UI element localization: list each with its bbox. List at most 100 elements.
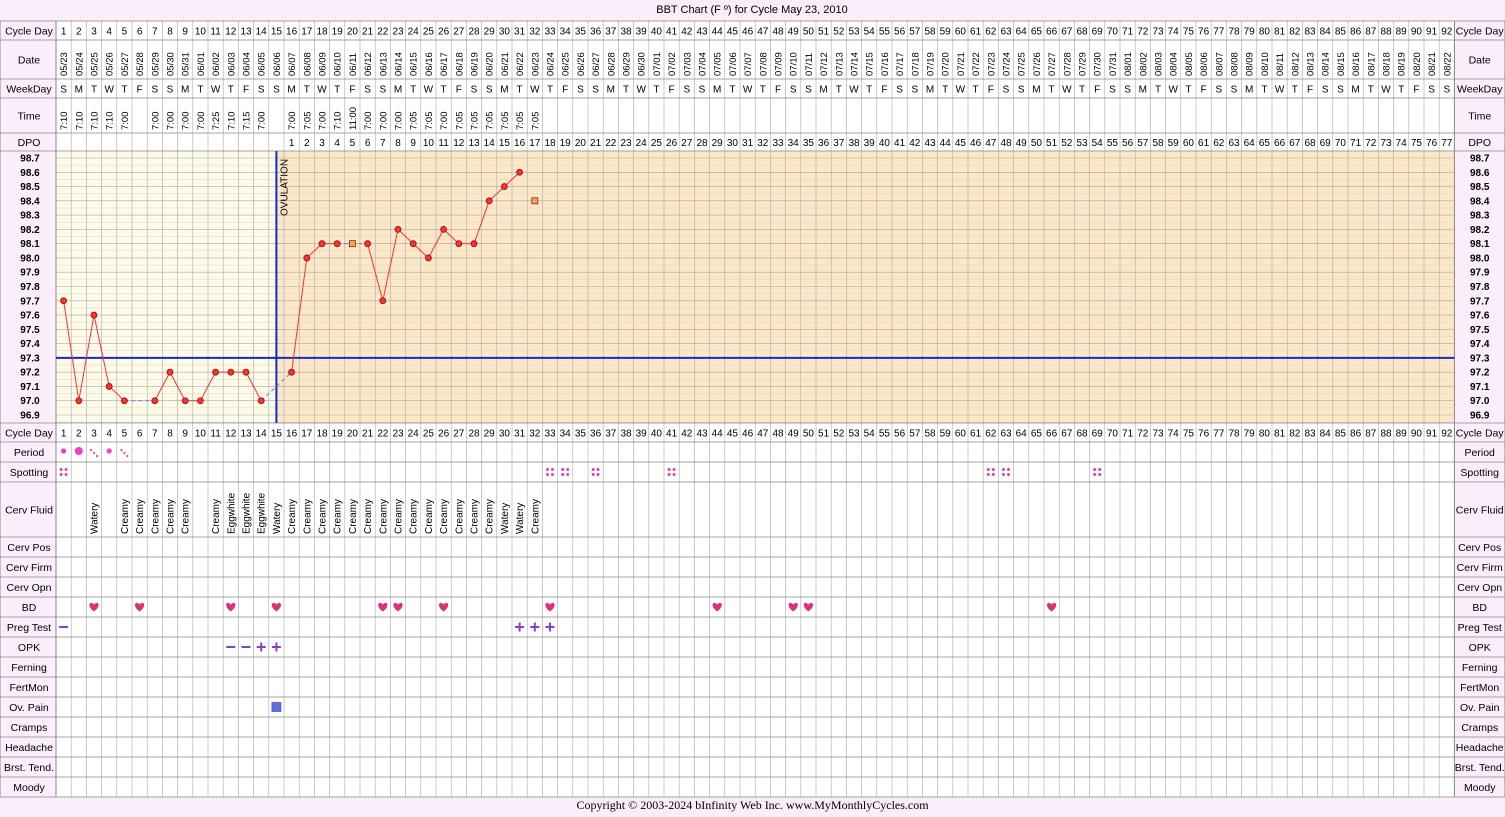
dpo-number: 45 bbox=[955, 138, 967, 149]
date-label: 07/19 bbox=[926, 52, 937, 76]
y-tick-label-right: 97.4 bbox=[1470, 339, 1490, 350]
y-tick-label: 97.8 bbox=[20, 282, 40, 293]
row-label-right-date: Date bbox=[1469, 55, 1491, 67]
weekday-label: S bbox=[273, 85, 280, 96]
dpo-number: 69 bbox=[1320, 138, 1332, 149]
weekday-label: F bbox=[1413, 85, 1419, 96]
weekday-label: M bbox=[1245, 85, 1253, 96]
weekday-label: W bbox=[636, 85, 646, 96]
cycle-day-number: 32 bbox=[529, 27, 541, 38]
date-label: 07/27 bbox=[1047, 52, 1058, 76]
dpo-number: 2 bbox=[304, 138, 310, 149]
cycle-day-number-bottom: 35 bbox=[575, 429, 587, 440]
cycle-day-number: 10 bbox=[195, 27, 207, 38]
cycle-day-number: 88 bbox=[1380, 27, 1392, 38]
cerv-fluid-label: Creamy bbox=[302, 499, 313, 534]
row-label-ferning: Ferning bbox=[11, 662, 47, 674]
cycle-day-number-bottom: 76 bbox=[1198, 429, 1210, 440]
dpo-number: 42 bbox=[909, 138, 921, 149]
dpo-number: 31 bbox=[742, 138, 754, 149]
y-tick-label: 97.9 bbox=[20, 268, 40, 279]
weekday-label: F bbox=[1307, 85, 1313, 96]
weekday-label: T bbox=[1155, 85, 1161, 96]
dpo-number: 24 bbox=[636, 138, 648, 149]
cycle-day-number-bottom: 80 bbox=[1259, 429, 1271, 440]
weekday-label: S bbox=[1231, 85, 1238, 96]
spotting-mark bbox=[546, 473, 549, 476]
cycle-day-number: 29 bbox=[484, 27, 496, 38]
cycle-day-number: 82 bbox=[1289, 27, 1301, 38]
row-label-right-headache: Headache bbox=[1456, 742, 1504, 754]
cycle-day-number-bottom: 27 bbox=[453, 429, 465, 440]
y-tick-label: 97.1 bbox=[20, 382, 40, 393]
weekday-label: T bbox=[623, 85, 629, 96]
dpo-number: 30 bbox=[727, 138, 739, 149]
cycle-day-number-bottom: 8 bbox=[167, 429, 173, 440]
y-tick-label-right: 97.7 bbox=[1470, 296, 1490, 307]
cycle-day-number-bottom: 16 bbox=[286, 429, 298, 440]
date-label: 07/23 bbox=[986, 52, 997, 76]
date-label: 07/05 bbox=[713, 52, 724, 76]
weekday-label: M bbox=[287, 85, 295, 96]
row-label-cerv-opn: Cerv Opn bbox=[7, 582, 52, 594]
row-label-right-cerv-pos: Cerv Pos bbox=[1458, 542, 1501, 554]
cycle-day-number: 60 bbox=[955, 27, 967, 38]
cycle-day-number-bottom: 6 bbox=[137, 429, 143, 440]
date-label: 06/27 bbox=[591, 52, 602, 76]
cycle-day-number-bottom: 89 bbox=[1396, 429, 1408, 440]
spotting-mark bbox=[1093, 468, 1097, 471]
cycle-day-number: 33 bbox=[544, 27, 556, 38]
temp-point bbox=[424, 254, 432, 262]
time-label: 7:05 bbox=[454, 112, 465, 131]
spotting-mark bbox=[1002, 473, 1005, 476]
date-label: 07/04 bbox=[698, 52, 709, 76]
dpo-number: 8 bbox=[395, 138, 401, 149]
cycle-day-number: 43 bbox=[696, 27, 708, 38]
cycle-day-number: 76 bbox=[1198, 27, 1210, 38]
date-label: 05/27 bbox=[120, 52, 131, 76]
row-label-right-fertmon: FertMon bbox=[1460, 682, 1499, 694]
period-spotting-mark bbox=[95, 454, 99, 458]
cycle-day-number: 40 bbox=[651, 27, 663, 38]
dpo-number: 28 bbox=[696, 138, 708, 149]
weekday-label: T bbox=[547, 85, 553, 96]
spotting-mark bbox=[596, 473, 600, 476]
date-label: 08/19 bbox=[1397, 52, 1408, 76]
cycle-day-number: 80 bbox=[1259, 27, 1271, 38]
weekday-label: T bbox=[973, 85, 979, 96]
weekday-label: S bbox=[364, 85, 371, 96]
cycle-day-number-bottom: 3 bbox=[91, 429, 97, 440]
weekday-label: W bbox=[1062, 85, 1072, 96]
time-label: 7:05 bbox=[530, 112, 541, 131]
cerv-fluid-label: Watery bbox=[515, 503, 526, 534]
dpo-number: 9 bbox=[410, 138, 416, 149]
cycle-day-number-bottom: 20 bbox=[347, 429, 359, 440]
time-label: 7:05 bbox=[424, 112, 435, 131]
cycle-day-number: 4 bbox=[106, 27, 112, 38]
weekday-label: W bbox=[317, 85, 327, 96]
weekday-label: F bbox=[349, 85, 355, 96]
spotting-mark bbox=[596, 468, 600, 471]
cycle-day-number-bottom: 59 bbox=[940, 429, 952, 440]
temp-point bbox=[318, 240, 326, 248]
cycle-day-number-bottom: 36 bbox=[590, 429, 602, 440]
cycle-day-number: 26 bbox=[438, 27, 450, 38]
temp-point bbox=[455, 240, 463, 248]
row-label-headache: Headache bbox=[5, 742, 53, 754]
date-label: 08/21 bbox=[1427, 52, 1438, 76]
row-label-cerv-firm: Cerv Firm bbox=[6, 562, 52, 574]
cycle-day-number: 46 bbox=[742, 27, 754, 38]
time-label: 7:10 bbox=[59, 112, 70, 131]
date-label: 08/13 bbox=[1306, 52, 1317, 76]
temp-point bbox=[181, 397, 189, 405]
time-label: 7:05 bbox=[500, 112, 511, 131]
row-label-right-cerv-opn: Cerv Opn bbox=[1457, 582, 1502, 594]
cycle-day-number-bottom: 13 bbox=[240, 429, 252, 440]
y-tick-label-right: 98.2 bbox=[1470, 225, 1490, 236]
cerv-fluid-label: Creamy bbox=[378, 499, 389, 534]
date-label: 06/24 bbox=[546, 52, 557, 76]
weekday-label: T bbox=[942, 85, 948, 96]
dpo-number: 70 bbox=[1335, 138, 1347, 149]
y-tick-label: 98.0 bbox=[20, 253, 40, 264]
ov-pain-mark bbox=[271, 702, 282, 712]
